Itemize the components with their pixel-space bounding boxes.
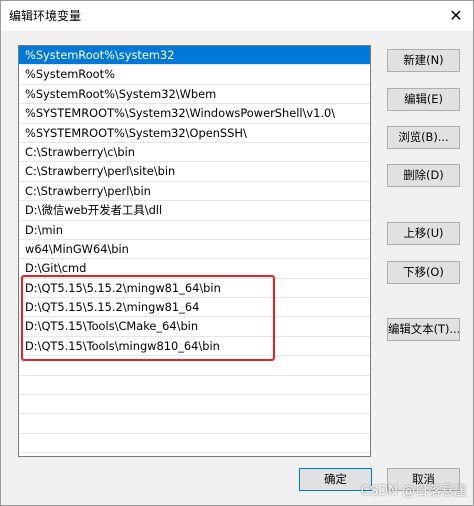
path-list-item[interactable]: D:\Git\cmd [19,259,370,279]
edit-text-button[interactable]: 编辑文本(T)... [387,318,460,341]
path-list[interactable]: %SystemRoot%\system32 %SystemRoot% %System… [18,45,371,457]
edit-env-variable-dialog: 编辑环境变量 ✕ %SystemRoot%\system32 %SystemRoo… [0,0,474,506]
path-list-item[interactable]: w64\MinGW64\bin [19,240,370,260]
empty-list-row[interactable] [19,434,370,454]
path-list-item[interactable]: %SYSTEMROOT%\System32\OpenSSH\ [19,124,370,143]
move-down-button[interactable]: 下移(O) [387,261,460,284]
close-icon[interactable]: ✕ [439,1,473,31]
title-bar[interactable]: 编辑环境变量 ✕ [1,1,473,31]
path-list-item[interactable]: D:\min [19,221,370,240]
path-list-item[interactable]: C:\Strawberry\c\bin [19,143,370,163]
path-list-item[interactable]: D:\QT5.15\Tools\mingw810_64\bin [19,337,370,357]
empty-list-row[interactable] [19,395,370,415]
path-list-item[interactable]: D:\QT5.15\5.15.2\mingw81_64\bin [19,279,370,299]
empty-list-row[interactable] [19,414,370,434]
delete-button[interactable]: 删除(D) [387,164,460,187]
path-list-item[interactable]: %SYSTEMROOT%\System32\WindowsPowerShell\… [19,104,370,124]
empty-list-row[interactable] [19,376,370,396]
window-title: 编辑环境变量 [9,9,82,23]
path-list-item[interactable]: C:\Strawberry\perl\bin [19,182,370,202]
empty-list-row[interactable] [19,356,370,376]
edit-button[interactable]: 编辑(E) [387,88,460,111]
path-list-item[interactable]: %SystemRoot%\System32\Wbem [19,85,370,105]
new-button[interactable]: 新建(N) [387,49,460,72]
path-list-item[interactable]: %SystemRoot%\system32 [19,46,370,66]
path-list-item[interactable]: C:\Strawberry\perl\site\bin [19,162,370,182]
watermark-text: CSDN @日落悬崖 [360,484,467,499]
browse-button[interactable]: 浏览(B)... [387,126,460,149]
path-list-item[interactable]: D:\QT5.15\Tools\CMake_64\bin [19,317,370,337]
path-list-item[interactable]: %SystemRoot% [19,65,370,85]
path-list-item[interactable]: D:\微信web开发者工具\dll [19,201,370,221]
move-up-button[interactable]: 上移(U) [387,222,460,245]
path-list-item[interactable]: D:\QT5.15\5.15.2\mingw81_64 [19,298,370,318]
